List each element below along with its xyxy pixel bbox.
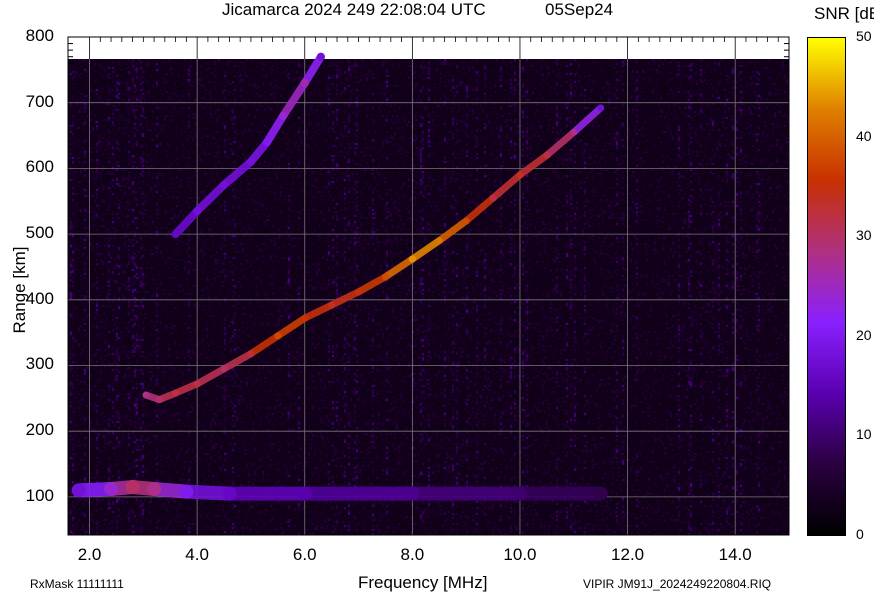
x-tick-label: 2.0 [77,545,102,564]
trace-point [274,332,282,340]
trace-point [279,111,288,120]
trace-segment [570,104,605,136]
trace-segment [274,314,309,340]
trace-point [300,78,309,87]
trace-point [408,255,416,263]
trace-point [301,314,309,322]
trace-point [125,480,140,495]
trace-segment [247,332,282,358]
y-tick-label: 700 [25,91,54,111]
trace-segment [301,301,336,322]
trace-point [71,483,86,498]
trace-segment [220,157,255,189]
trace-point [512,486,527,501]
trace-segment [516,151,551,179]
no-data-band [68,37,789,59]
trace-point [405,486,420,501]
trace-segment [408,237,443,263]
colorbar-tick-label: 50 [856,28,872,44]
trace-segment [462,194,497,225]
trace-segment [328,288,363,309]
trace-point [516,171,524,179]
colorbar-tick-label: 20 [856,326,872,343]
trace-point [435,237,443,245]
trace-segment [300,52,325,87]
trace-point [222,486,237,501]
x-tick-label: 8.0 [400,545,425,564]
y-tick-label: 100 [25,485,54,505]
trace-point [247,350,255,358]
trace-point [179,484,194,499]
trace-point [355,288,363,296]
heatmap-plot [67,36,790,536]
trace-point [543,151,551,159]
trace-point [462,217,470,225]
trace-segment [355,273,389,296]
trace-segment [489,171,524,202]
x-tick-label: 12.0 [611,545,645,564]
trace-segment [193,180,229,216]
colorbar-tick-label: 0 [856,526,864,542]
trace-segment [220,350,255,373]
trace-point [381,273,389,281]
trace-segment [543,128,578,159]
y-tick-label: 800 [25,26,54,45]
x-tick-label: 6.0 [292,545,317,564]
trace-point [328,301,336,309]
y-tick-label: 400 [25,288,54,308]
x-tick-label: 10.0 [503,545,537,564]
trace-point [171,230,180,239]
plot-frame [67,36,790,536]
trace-point [193,207,202,216]
trace-segment [435,217,470,245]
trace-segment [263,111,288,147]
trace-point [263,138,272,147]
y-tick-label: 300 [25,354,54,374]
trace-point [246,157,255,166]
trace-point [570,128,578,136]
trace-point [193,380,201,388]
trace-point [489,194,497,202]
trace-point [142,391,150,399]
trace-point [104,482,119,497]
trace-point [220,365,228,373]
trace-point [220,180,229,189]
trace-segment [172,380,201,397]
y-tick-label: 600 [25,157,54,177]
trace-segment [279,78,309,120]
trace-segment [171,207,202,239]
y-tick-label: 500 [25,223,54,243]
colorbar-tick-label: 40 [856,127,872,144]
trace-point [172,389,180,397]
trace-point [597,104,605,112]
colorbar-tick-label: 30 [856,227,872,244]
trace-point [593,486,608,501]
trace-segment [193,365,228,388]
colorbar [807,37,846,536]
trace-point [147,482,162,497]
colorbar-tick-label: 10 [856,426,872,443]
trace-segment [381,255,416,281]
trace-point [297,486,312,501]
trace-point [316,52,325,61]
x-tick-label: 14.0 [718,545,752,564]
y-tick-label: 200 [25,420,54,440]
trace-point [155,396,163,404]
x-tick-label: 4.0 [185,545,209,564]
